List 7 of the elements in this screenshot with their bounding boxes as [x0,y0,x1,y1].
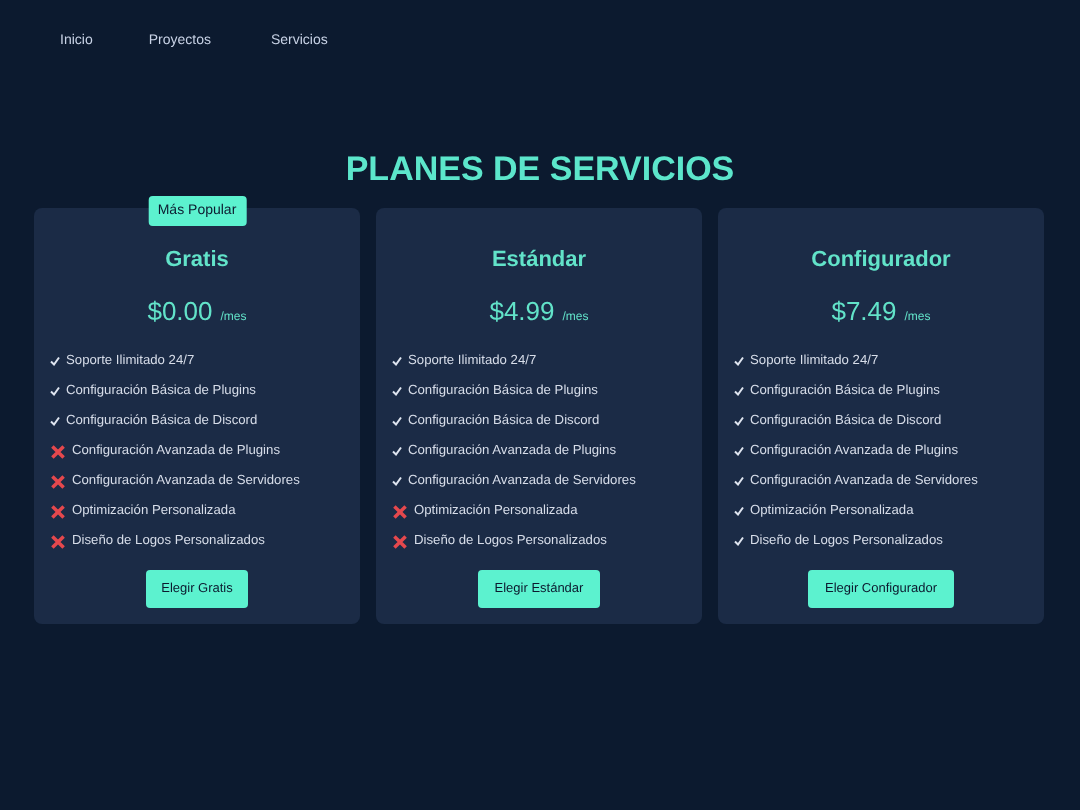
plan-price: $0.00 [147,296,213,326]
plan-name: Configurador [809,248,953,272]
plan-price: $7.49 [831,296,897,326]
plan-name: Gratis [163,248,231,272]
page-heading: PLANES DE SERVICIOS [343,150,737,190]
plan-name: Estándar [489,248,589,272]
plan-price: $4.99 [489,296,555,326]
